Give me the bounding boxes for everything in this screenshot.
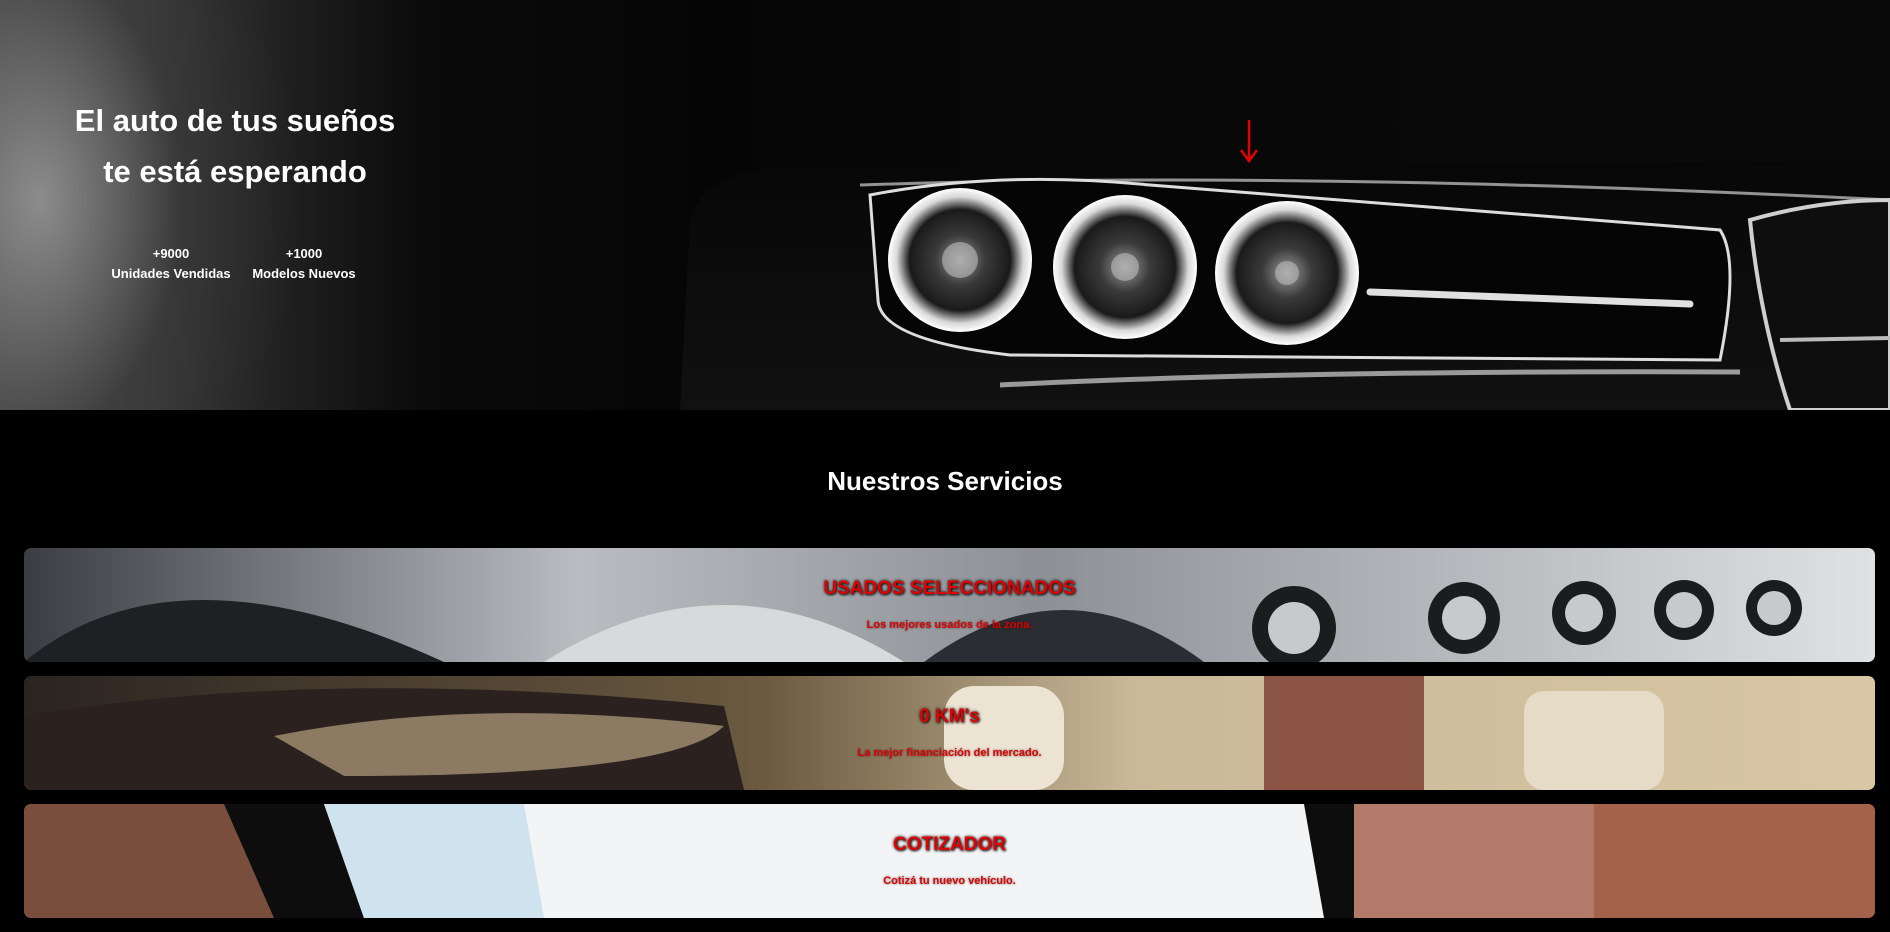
hero-section: El auto de tus sueños te está esperando … [0,0,1890,410]
quote-tablet-image [24,804,1875,918]
stat-label: Unidades Vendidas [111,266,231,281]
stat-number: +9000 [152,246,190,261]
stat-units-sold: +9000 Unidades Vendidas [110,244,232,284]
service-card-new-cars[interactable]: 0 KM's La mejor financiación del mercado… [24,676,1875,790]
hero-car-image [680,160,1890,410]
stat-number: +1000 [285,246,323,261]
service-card-title: 0 KM's [919,706,980,727]
stat-label: Modelos Nuevos [252,266,356,281]
arrow-down-icon[interactable] [1237,118,1261,164]
service-card-title: COTIZADOR [893,834,1006,855]
service-card-title: USADOS SELECCIONADOS [823,578,1076,599]
new-cars-image [24,676,1875,790]
hero-title-line-2: te está esperando [103,154,367,189]
service-card-subtitle: La mejor financiación del mercado. [857,747,1042,759]
service-card-quote[interactable]: COTIZADOR Cotizá tu nuevo vehículo. [24,804,1875,918]
used-cars-image [24,548,1875,662]
service-card-subtitle: Cotizá tu nuevo vehículo. [883,875,1016,887]
service-card-subtitle: Los mejores usados de la zona. [866,619,1033,631]
hero-title-line-1: El auto de tus sueños [74,103,396,138]
service-card-used-cars[interactable]: USADOS SELECCIONADOS Los mejores usados … [24,548,1875,662]
hero-title: El auto de tus sueños te está esperando [40,95,430,197]
stat-new-models: +1000 Modelos Nuevos [248,244,360,284]
services-title: Nuestros Servicios [827,466,1063,496]
landing-page: El auto de tus sueños te está esperando … [0,0,1890,932]
